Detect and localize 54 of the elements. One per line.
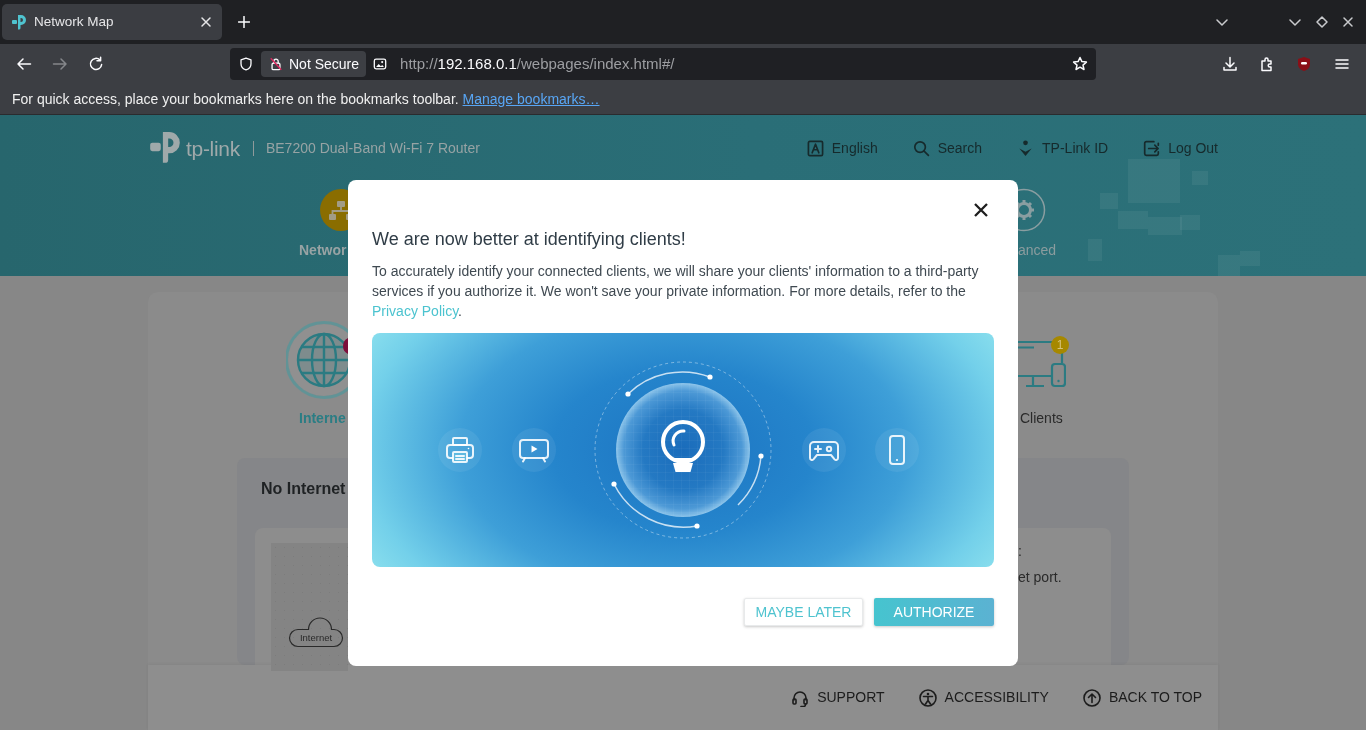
browser-tab[interactable]: Network Map bbox=[2, 4, 222, 40]
internet-cloud-node: Internet bbox=[287, 614, 345, 648]
text-fragment: et port. bbox=[1018, 568, 1062, 587]
headset-icon bbox=[791, 688, 810, 707]
node-label[interactable]: Interne bbox=[299, 410, 348, 426]
lock-icon bbox=[269, 56, 283, 72]
search-icon bbox=[912, 139, 930, 157]
nav-tab-label[interactable]: Networ bbox=[299, 242, 348, 258]
menu-icon[interactable] bbox=[1334, 56, 1350, 72]
plus-icon[interactable] bbox=[238, 16, 250, 28]
letter-a-icon bbox=[806, 139, 824, 157]
support-link[interactable]: SUPPORT bbox=[791, 687, 885, 708]
back-to-top-link[interactable]: BACK TO TOP bbox=[1082, 687, 1202, 708]
diamond-icon[interactable] bbox=[1316, 16, 1328, 28]
brand-name: tp-link bbox=[186, 137, 240, 159]
address-bar[interactable]: Not Secure http://192.168.0.1/webpages/index.html#/ bbox=[230, 48, 1096, 80]
arrow-left-icon[interactable] bbox=[16, 56, 32, 72]
bookmarks-hint-text: For quick access, place your bookmarks here on the bookmarks toolbar. Manage bookmarks… bbox=[12, 89, 600, 109]
reload-icon[interactable] bbox=[88, 56, 104, 72]
maybe-later-button[interactable]: MAYBE LATER bbox=[744, 598, 863, 626]
count-badge: 1 bbox=[1051, 336, 1069, 354]
chevron-down-icon[interactable] bbox=[1216, 16, 1228, 28]
account-link[interactable]: TP-Link ID bbox=[1017, 137, 1109, 159]
picture-icon[interactable] bbox=[373, 57, 388, 71]
shield-icon[interactable] bbox=[239, 56, 253, 72]
product-name: BE7200 Dual-Band Wi-Fi 7 Router bbox=[265, 138, 480, 158]
tv-icon bbox=[512, 428, 556, 472]
search-link[interactable]: Search bbox=[912, 137, 983, 159]
authorize-button[interactable]: AUTHORIZE bbox=[874, 598, 994, 626]
phone-icon bbox=[875, 428, 919, 472]
language-link[interactable]: English bbox=[806, 137, 878, 159]
logout-icon bbox=[1143, 139, 1161, 157]
puzzle-icon[interactable] bbox=[1259, 56, 1275, 72]
text-fragment: : bbox=[1018, 542, 1022, 561]
accessibility-icon bbox=[918, 688, 937, 707]
printer-icon bbox=[438, 428, 482, 472]
logo-icon bbox=[11, 14, 27, 30]
logout-link[interactable]: Log Out bbox=[1143, 137, 1218, 159]
not-secure-button[interactable]: Not Secure bbox=[261, 51, 367, 77]
close-icon[interactable] bbox=[973, 202, 989, 218]
accessibility-link[interactable]: ACCESSIBILITY bbox=[918, 687, 1049, 708]
gamepad-icon bbox=[802, 428, 846, 472]
extension-shield-icon[interactable] bbox=[1296, 56, 1312, 72]
nav-tab-label[interactable]: anced bbox=[1018, 242, 1057, 258]
status-title: No Internet bbox=[261, 480, 346, 498]
download-icon[interactable] bbox=[1222, 56, 1238, 72]
dialog-title: We are now better at identifying clients! bbox=[372, 229, 687, 249]
chevron-down-icon[interactable] bbox=[1289, 16, 1301, 28]
url-text: http://192.168.0.1/webpages/index.html#/ bbox=[400, 53, 675, 74]
logo-icon bbox=[148, 130, 182, 166]
dialog-message: To accurately identify your connected clients, we will share your clients' information to a third-party services if you authorize it. We won't save your private information. For more details, refer to the Privacy Policy. bbox=[372, 262, 980, 321]
manage-bookmarks-link[interactable]: Manage bookmarks… bbox=[462, 90, 600, 107]
node-label[interactable]: Clients bbox=[1020, 410, 1066, 426]
star-icon[interactable] bbox=[1072, 56, 1088, 72]
